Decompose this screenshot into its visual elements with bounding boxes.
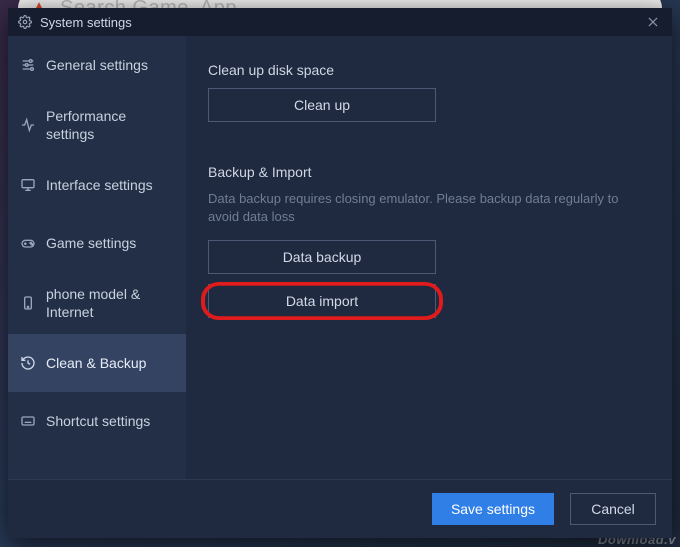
titlebar: System settings: [8, 8, 672, 36]
save-settings-button[interactable]: Save settings: [432, 493, 554, 525]
data-backup-button-label: Data backup: [283, 249, 362, 265]
keyboard-icon: [20, 413, 36, 429]
monitor-icon: [20, 177, 36, 193]
sidebar-item-label: Shortcut settings: [46, 412, 150, 430]
window-title: System settings: [40, 15, 132, 30]
sidebar-item-label: Clean & Backup: [46, 354, 146, 372]
sidebar-item-game[interactable]: Game settings: [8, 214, 186, 272]
sidebar-item-label: Performance settings: [46, 107, 174, 143]
activity-icon: [20, 117, 36, 133]
sidebar-item-phone-internet[interactable]: phone model & Internet: [8, 272, 186, 334]
sidebar-item-interface[interactable]: Interface settings: [8, 156, 186, 214]
sidebar-item-performance[interactable]: Performance settings: [8, 94, 186, 156]
sidebar-item-label: phone model & Internet: [46, 285, 174, 321]
sidebar-item-label: General settings: [46, 56, 148, 74]
sidebar-item-clean-backup[interactable]: Clean & Backup: [8, 334, 186, 392]
gamepad-icon: [20, 235, 36, 251]
footer: Save settings Cancel: [8, 479, 672, 538]
sliders-icon: [20, 57, 36, 73]
sidebar: General settings Performance settings In…: [8, 36, 186, 479]
data-import-button[interactable]: Data import: [208, 284, 436, 318]
data-import-button-label: Data import: [286, 293, 358, 309]
content-pane: Clean up disk space Clean up Backup & Im…: [186, 36, 672, 479]
cancel-button[interactable]: Cancel: [570, 493, 656, 525]
save-button-label: Save settings: [451, 501, 535, 517]
backup-title: Backup & Import: [208, 164, 650, 180]
clean-up-button-label: Clean up: [294, 97, 350, 113]
gear-icon: [18, 15, 32, 29]
sidebar-item-label: Game settings: [46, 234, 136, 252]
close-button[interactable]: [642, 11, 664, 33]
phone-icon: [20, 295, 36, 311]
clean-up-button[interactable]: Clean up: [208, 88, 436, 122]
system-settings-modal: System settings General settings: [8, 8, 672, 538]
cancel-button-label: Cancel: [591, 501, 635, 517]
sidebar-item-label: Interface settings: [46, 176, 153, 194]
data-backup-button[interactable]: Data backup: [208, 240, 436, 274]
sidebar-item-general[interactable]: General settings: [8, 36, 186, 94]
history-icon: [20, 355, 36, 371]
sidebar-item-shortcut[interactable]: Shortcut settings: [8, 392, 186, 450]
cleanup-title: Clean up disk space: [208, 62, 650, 78]
backup-hint: Data backup requires closing emulator. P…: [208, 190, 638, 226]
